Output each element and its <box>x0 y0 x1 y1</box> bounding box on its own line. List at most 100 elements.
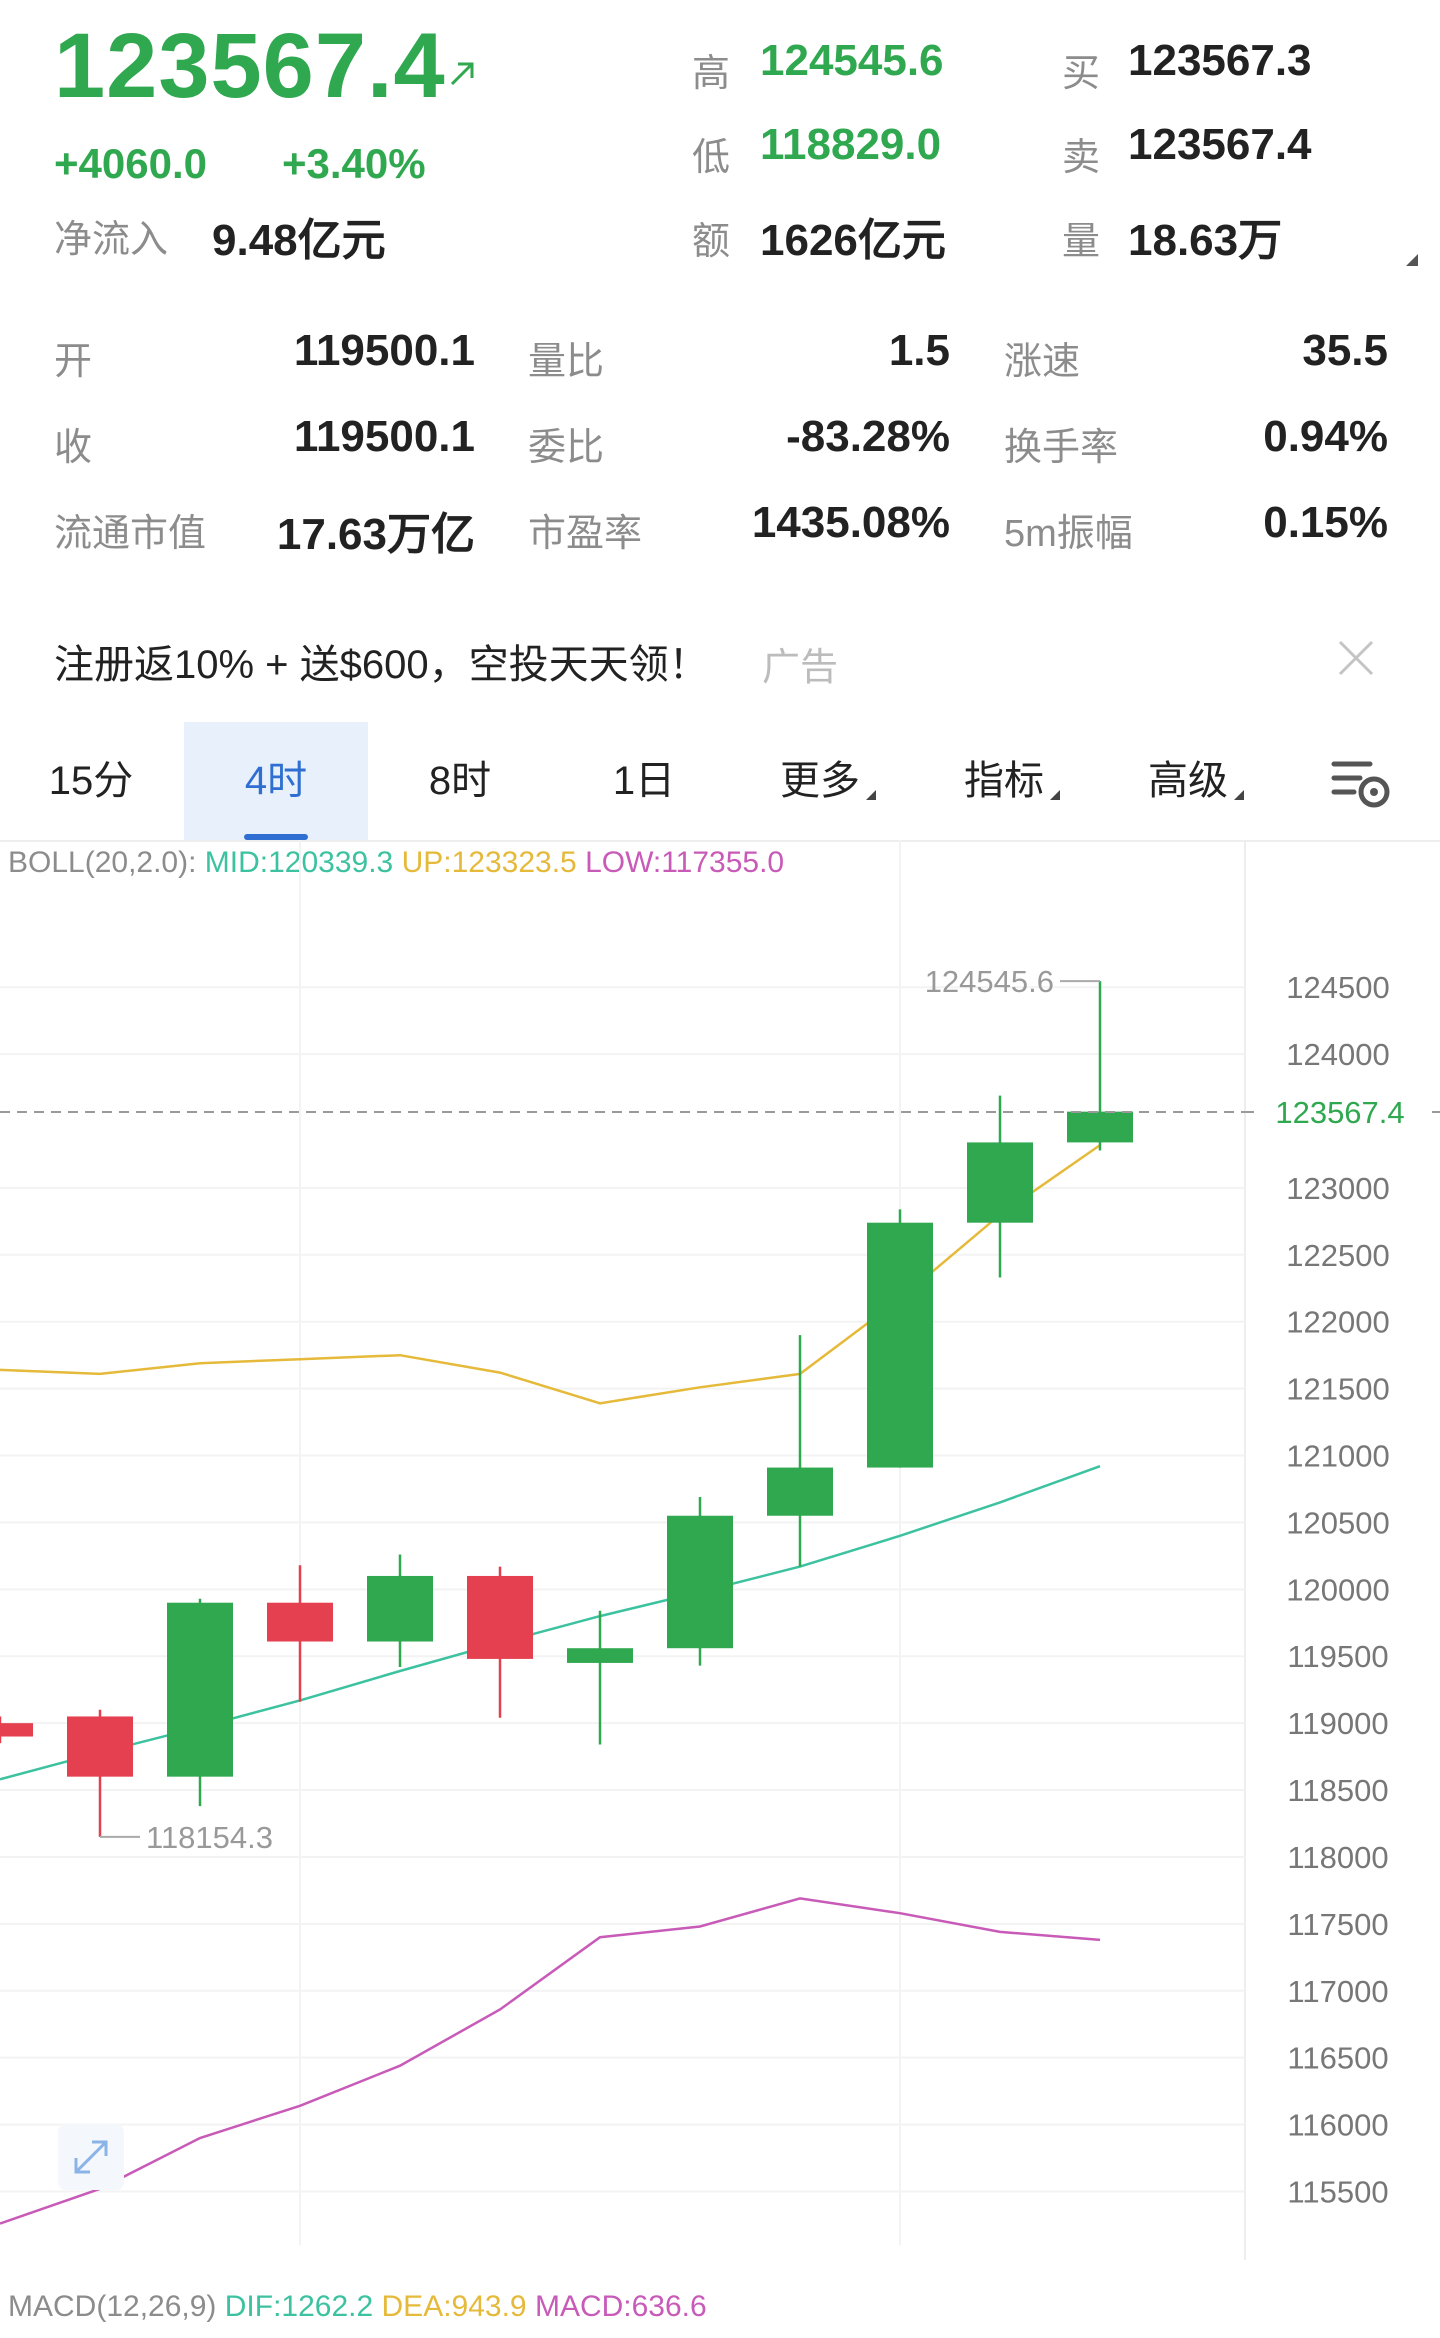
tab-more[interactable]: 更多 <box>736 722 920 840</box>
y-tick-label: 122500 <box>1286 1238 1389 1273</box>
volume-label: 量 <box>1062 221 1101 263</box>
candle-up[interactable] <box>867 1222 933 1468</box>
candle-down[interactable] <box>0 1723 33 1737</box>
y-tick-label: 116500 <box>1287 2041 1388 2076</box>
y-tick-label: 120000 <box>1286 1572 1389 1607</box>
current-price-label: 123567.4 <box>1275 1095 1404 1130</box>
sell-label: 卖 <box>1062 137 1101 179</box>
dropdown-corner-icon <box>866 790 876 800</box>
tab-8h[interactable]: 8时 <box>368 722 552 840</box>
y-tick-label: 119500 <box>1287 1639 1388 1674</box>
candle-down[interactable] <box>67 1716 133 1777</box>
stat-turnover-label: 换手率 <box>1004 427 1119 469</box>
high-value: 124545.6 <box>760 36 944 85</box>
stat-market-cap-value: 17.63万亿 <box>276 510 475 559</box>
tab-label: 4时 <box>244 759 308 803</box>
dropdown-corner-icon <box>1050 790 1060 800</box>
y-tick-label: 124500 <box>1286 970 1389 1005</box>
candlestick-chart[interactable]: 124500 124000 123000 122500 122000 121500 1210… <box>0 840 1440 2260</box>
price-change: +4060.0 <box>54 140 207 187</box>
boll-mid-line <box>0 1465 1101 1781</box>
macd-legend: MACD(12,26,9) DIF:1262.2 DEA:943.9 MACD:… <box>8 2290 707 2324</box>
y-tick-label: 123000 <box>1286 1171 1389 1206</box>
macd-dif: DIF:1262.2 <box>224 2290 374 2323</box>
stat-open-label: 开 <box>54 341 93 383</box>
stat-order-ratio-label: 委比 <box>528 427 605 469</box>
last-price: 123567.4 <box>54 15 446 117</box>
y-tick-label: 118500 <box>1287 1773 1388 1808</box>
close-icon[interactable] <box>1334 636 1378 680</box>
candle-up[interactable] <box>567 1648 633 1663</box>
amount-label: 额 <box>692 221 731 263</box>
tab-1d[interactable]: 1日 <box>552 722 736 840</box>
y-tick-label: 116000 <box>1287 2108 1388 2143</box>
macd-dea: DEA:943.9 <box>381 2290 527 2323</box>
y-tick-label: 119000 <box>1287 1706 1388 1741</box>
buy-value: 123567.3 <box>1128 36 1312 85</box>
candle-up[interactable] <box>167 1602 233 1777</box>
buy-label: 买 <box>1062 53 1101 95</box>
max-price-label: 124545.6 <box>925 964 1054 999</box>
volume-value: 18.63万 <box>1128 216 1283 265</box>
macd-prefix: MACD(12,26,9) <box>8 2290 217 2323</box>
price-change-pct: +3.40% <box>282 140 426 187</box>
low-value: 118829.0 <box>760 120 942 169</box>
stat-pe-value: 1435.08% <box>751 498 950 547</box>
tab-label: 指标 <box>964 759 1044 803</box>
candle-up[interactable] <box>967 1142 1033 1223</box>
tab-advanced[interactable]: 高级 <box>1104 722 1288 840</box>
y-tick-label: 121500 <box>1286 1372 1389 1407</box>
stat-speed-value: 35.5 <box>1302 326 1388 375</box>
stat-volume-ratio-label: 量比 <box>528 341 605 383</box>
amount-value: 1626亿元 <box>760 216 946 265</box>
tab-label: 高级 <box>1148 759 1228 803</box>
stat-close-label: 收 <box>54 427 93 469</box>
stat-order-ratio-value: -83.28% <box>786 412 950 461</box>
tab-label: 8时 <box>428 759 492 803</box>
stat-amplitude-label: 5m振幅 <box>1004 513 1133 555</box>
tab-4h[interactable]: 4时 <box>184 722 368 840</box>
y-tick-label: 115500 <box>1287 2174 1388 2209</box>
tab-15min[interactable]: 15分 <box>0 722 182 840</box>
high-label: 高 <box>692 53 731 95</box>
y-tick-label: 117500 <box>1287 1907 1388 1942</box>
stat-speed-label: 涨速 <box>1004 341 1081 383</box>
min-price-label: 118154.3 <box>146 1820 273 1855</box>
boll-lower-line <box>0 1897 1101 2225</box>
macd-value: MACD:636.6 <box>534 2290 707 2323</box>
stat-amplitude-value: 0.15% <box>1263 498 1388 547</box>
y-tick-label: 122000 <box>1286 1305 1389 1340</box>
chart-settings-icon[interactable] <box>1330 756 1394 812</box>
tab-indicators[interactable]: 指标 <box>920 722 1104 840</box>
tab-label: 1日 <box>612 759 676 803</box>
fullscreen-button[interactable] <box>58 2124 124 2190</box>
candle-down[interactable] <box>267 1602 333 1642</box>
ad-banner-text[interactable]: 注册返10% + 送$600，空投天天领！ <box>54 632 709 690</box>
ad-tag: 广告 <box>762 647 839 689</box>
low-label: 低 <box>692 137 731 179</box>
stat-close-value: 119500.1 <box>293 412 475 461</box>
dropdown-corner-icon <box>1234 790 1244 800</box>
expand-corner-icon[interactable] <box>1406 254 1418 266</box>
sell-value: 123567.4 <box>1128 120 1312 169</box>
candle-up[interactable] <box>767 1467 833 1516</box>
candle-down[interactable] <box>467 1575 533 1659</box>
stat-open-value: 119500.1 <box>293 326 475 375</box>
tab-label: 更多 <box>780 759 860 803</box>
candle-up[interactable] <box>367 1575 433 1642</box>
stat-turnover-value: 0.94% <box>1263 412 1388 461</box>
y-tick-label: 118000 <box>1287 1840 1388 1875</box>
stat-market-cap-label: 流通市值 <box>54 513 207 555</box>
arrow-up-right-icon <box>450 62 474 86</box>
net-inflow-value: 9.48亿元 <box>212 216 386 265</box>
stat-pe-label: 市盈率 <box>528 513 643 555</box>
expand-icon <box>74 2140 108 2174</box>
candle-up[interactable] <box>1067 1111 1133 1143</box>
boll-upper-line <box>0 1144 1101 1405</box>
net-inflow-label: 净流入 <box>54 219 169 261</box>
tab-label: 15分 <box>48 759 134 803</box>
candle-up[interactable] <box>667 1515 733 1649</box>
y-tick-label: 121000 <box>1286 1439 1389 1474</box>
stat-volume-ratio-value: 1.5 <box>888 326 950 375</box>
y-tick-label: 124000 <box>1286 1037 1389 1072</box>
